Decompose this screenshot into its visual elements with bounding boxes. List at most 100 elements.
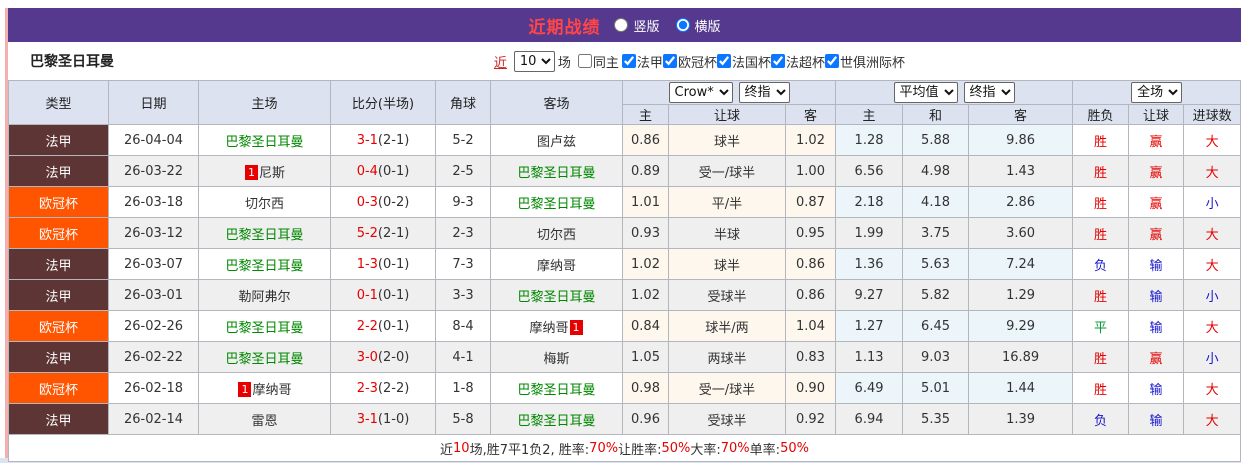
league-checkbox[interactable] [716,54,731,68]
corner-score: 5-2 [435,124,491,156]
same-home-checkbox[interactable] [577,54,592,68]
recent-label[interactable]: 近 [494,52,507,71]
league-checkbox[interactable] [662,54,677,68]
team-name: 摩纳哥 [252,382,292,398]
outcome-result: 胜 [1072,217,1130,249]
summary-segment: 70% [589,440,619,456]
horizontal-layout-option[interactable]: 横版 [675,16,721,35]
league-filter-option[interactable]: 法国杯 [716,52,771,71]
corner-score: 2-5 [435,155,491,187]
avg-away: 1.39 [968,403,1074,435]
odds-handicap: 受球半 [668,403,786,435]
corner-score: 8-4 [435,310,491,342]
average-select[interactable]: 平均值 [893,82,958,103]
same-home-option[interactable]: 同主 [577,52,619,71]
odds-away: 0.87 [784,186,837,218]
league-filter-option[interactable]: 欧冠杯 [662,52,717,71]
rank-badge: 1 [244,164,258,180]
sub-header-odds-away: 客 [784,104,837,125]
odds-stage-select[interactable]: 终指 [738,82,790,103]
avg-draw: 4.98 [902,155,970,187]
halftime-score: (2-2) [377,380,410,396]
average-stage-select[interactable]: 终指 [963,82,1015,103]
fulltime-score: 2-3 [356,380,378,396]
horizontal-layout-label: 横版 [694,19,721,35]
avg-away: 16.89 [968,341,1074,373]
summary-segment: 近 [440,442,454,458]
col-header-home: 主场 [198,80,331,125]
match-type-badge: 法甲 [8,248,109,280]
avg-away: 9.29 [968,310,1074,342]
results-table-body: 法甲 26-04-04 巴黎圣日耳曼 3-1(2-1) 5-2 图卢兹 0.86 球半 1.02… [8,124,1241,435]
league-label: 欧冠杯 [677,55,717,71]
odds-away: 0.86 [784,279,837,311]
league-filter-option[interactable]: 法超杯 [770,52,825,71]
match-type-badge: 欧冠杯 [8,217,109,249]
corner-score: 3-3 [435,279,491,311]
summary-segment: 让胜率: [618,442,662,458]
handicap-result: 赢 [1128,217,1185,249]
league-filter-option[interactable]: 世俱洲际杯 [824,52,905,71]
fulltime-score: 3-1 [356,132,378,148]
score-cell: 0-1(0-1) [330,279,436,311]
team-name: 切尔西 [244,196,284,212]
goals-result: 大 [1183,155,1241,187]
league-checkbox[interactable] [824,54,839,68]
recent-count-select[interactable]: 10 [513,50,555,72]
home-team-cell: 巴黎圣日耳曼 [198,124,331,156]
league-checkbox[interactable] [770,54,785,68]
avg-away: 7.24 [968,248,1074,280]
away-team-cell: 巴黎圣日耳曼 [490,403,623,435]
goals-result: 小 [1183,341,1241,373]
vertical-layout-label: 竖版 [633,19,660,35]
corner-score: 2-3 [435,217,491,249]
scope-select[interactable]: 全场 [1131,82,1183,103]
score-cell: 2-2(0-1) [330,310,436,342]
match-date: 26-02-26 [108,310,199,342]
odds-handicap: 受一/球半 [668,372,786,404]
odds-home: 0.98 [622,372,669,404]
match-date: 26-03-01 [108,279,199,311]
halftime-score: (0-1) [377,287,410,303]
team-name: 巴黎圣日耳曼 [517,413,596,429]
avg-home: 2.18 [835,186,904,218]
halftime-score: (0-1) [377,163,410,179]
match-row: 法甲 26-02-22 巴黎圣日耳曼 3-0(2-0) 4-1 梅斯 1.05 两球半 0.83… [8,341,1241,373]
header-selects-row: 类型 日期 主场 比分(半场) 角球 客场 Crow* 终指 平均值 终指 全场 [8,80,1241,125]
odds-away: 0.95 [784,217,837,249]
handicap-result: 输 [1128,279,1185,311]
sub-header-avg-away: 客 [968,104,1074,125]
odds-company-select[interactable]: Crow* [668,82,733,103]
match-row: 法甲 26-02-14 雷恩 3-1(1-0) 5-8 巴黎圣日耳曼 0.96 受球半 0.92… [8,403,1241,435]
score-cell: 1-3(0-1) [330,248,436,280]
league-filter-option[interactable]: 法甲 [621,52,663,71]
odds-home: 1.01 [622,186,669,218]
sub-header-odds-home: 主 [622,104,669,125]
horizontal-layout-radio[interactable] [675,18,690,32]
panel-content: 近期战绩 竖版 横版 巴黎圣日耳曼 近 10 场 同主 法甲 欧冠杯 法国杯 法… [8,8,1241,462]
vertical-layout-option[interactable]: 竖版 [614,16,660,35]
team-name: 巴黎圣日耳曼 [225,351,304,367]
outcome-result: 胜 [1072,372,1130,404]
handicap-result: 输 [1128,310,1185,342]
filter-bar: 巴黎圣日耳曼 近 10 场 同主 法甲 欧冠杯 法国杯 法超杯 世俱洲际杯 [8,42,1241,80]
match-row: 欧冠杯 26-02-26 巴黎圣日耳曼 2-2(0-1) 8-4 摩纳哥 1 0.84 球半/两… [8,310,1241,342]
league-label: 法超杯 [785,55,825,71]
fulltime-score: 0-1 [356,287,378,303]
vertical-layout-radio[interactable] [614,18,629,32]
avg-draw: 5.82 [902,279,970,311]
home-team-cell: 切尔西 [198,186,331,218]
halftime-score: (0-1) [377,256,410,272]
home-team-cell: 巴黎圣日耳曼 [198,310,331,342]
outcome-result: 负 [1072,403,1130,435]
team-name: 巴黎圣日耳曼 [225,320,304,336]
home-team-cell: 勒阿弗尔 [198,279,331,311]
odds-home: 1.05 [622,341,669,373]
handicap-result: 输 [1128,248,1185,280]
match-date: 26-03-22 [108,155,199,187]
result-scope-group: 全场 [1072,80,1241,105]
rank-badge: 1 [238,381,252,397]
avg-draw: 4.18 [902,186,970,218]
avg-draw: 5.88 [902,124,970,156]
league-checkbox[interactable] [621,54,636,68]
